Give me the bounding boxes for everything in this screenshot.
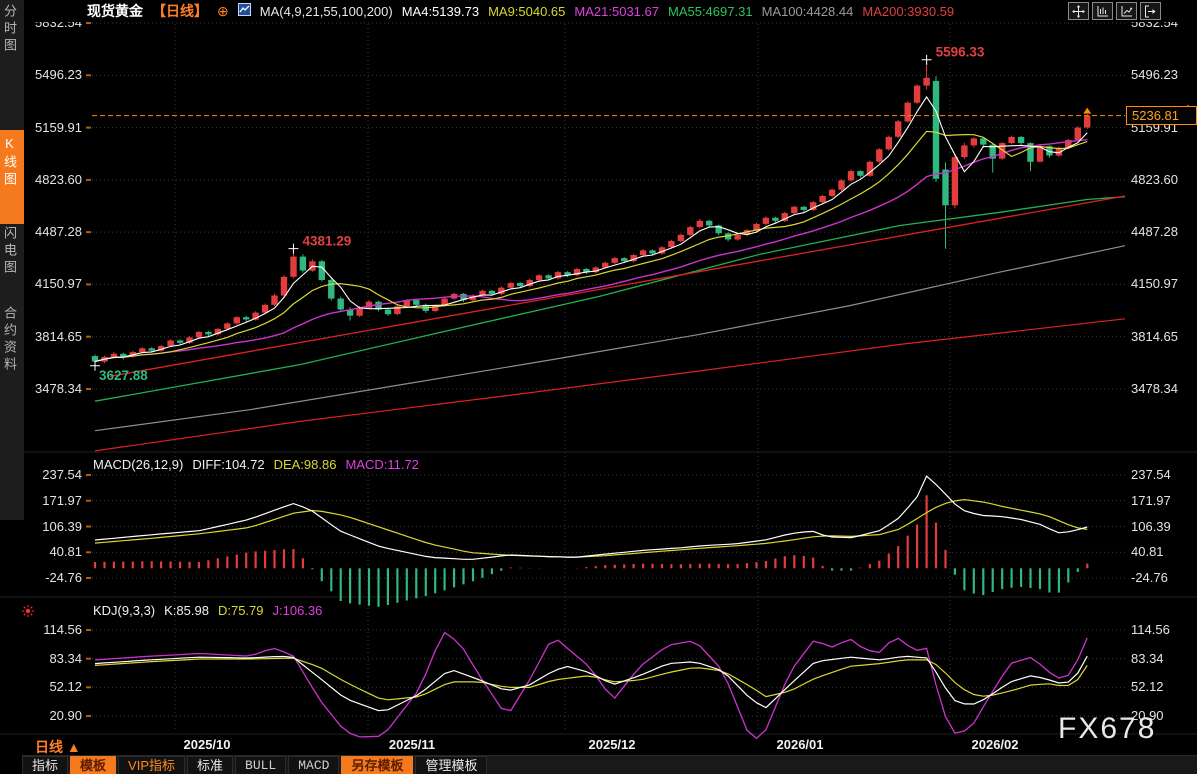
svg-text:5596.33: 5596.33 xyxy=(936,45,985,60)
kdj-tick-label: 20.90 xyxy=(49,708,82,724)
macd-lines xyxy=(95,476,1087,559)
tab-standard[interactable]: 标准 xyxy=(187,756,233,774)
price-tick-label: 5496.23 xyxy=(1131,67,1178,83)
svg-text:4381.29: 4381.29 xyxy=(302,234,351,249)
period-selector[interactable]: 日线 ▲ xyxy=(35,737,81,757)
link-icon[interactable]: ⊕ xyxy=(217,3,229,20)
kdj-tick-label: 114.56 xyxy=(43,622,82,638)
price-tick-label: 3814.65 xyxy=(35,329,82,345)
time-axis-label: 2025/10 xyxy=(184,737,231,752)
tab-manage-template[interactable]: 管理模板 xyxy=(415,756,487,774)
chart-header: 现货黄金 【日线】 ⊕ MA(4,9,21,55,100,200) MA4:51… xyxy=(24,0,1197,22)
time-axis-label: 2025/11 xyxy=(389,737,435,752)
macd-diff-value: DIFF:104.72 xyxy=(192,457,264,472)
watermark: FX678 xyxy=(1058,712,1156,746)
instrument-title: 现货黄金 xyxy=(87,1,143,21)
price-tick-label: 4487.28 xyxy=(35,224,82,240)
current-price-line xyxy=(92,105,1193,116)
tab-indicators[interactable]: 指标 xyxy=(22,756,68,774)
kdj-tick-label: 114.56 xyxy=(1131,622,1170,638)
macd-histogram xyxy=(95,495,1087,607)
popout-button[interactable] xyxy=(1140,2,1161,20)
indicator-settings-icon[interactable] xyxy=(21,604,35,623)
price-tick-label: 4823.60 xyxy=(35,172,82,188)
kdj-tick-label: 83.34 xyxy=(1131,651,1164,667)
kdj-settings-label[interactable]: KDJ(9,3,3) xyxy=(93,603,155,618)
price-annotations: 5596.33 4381.29 3627.88 xyxy=(90,45,985,383)
price-tick-label: 3478.34 xyxy=(35,381,82,397)
price-tick-label: 5496.23 xyxy=(35,67,82,83)
popout-icon xyxy=(1144,5,1157,18)
move-tool-icon xyxy=(1072,5,1085,18)
kdj-d-value: D:75.79 xyxy=(218,603,264,618)
tab-vip-indicators[interactable]: VIP指标 xyxy=(118,756,185,774)
chevron-up-icon: ▲ xyxy=(67,739,81,755)
price-tick-label: 3478.34 xyxy=(1131,381,1178,397)
chart-toolbar xyxy=(1068,2,1161,20)
macd-tick-label: 171.97 xyxy=(1131,493,1171,509)
trading-app-window: 5596.33 4381.29 3627.88 现货黄金 【日线】 ⊕ MA(4,9… xyxy=(0,0,1197,774)
price-tick-label: 4823.60 xyxy=(1131,172,1178,188)
macd-dea-value: DEA:98.86 xyxy=(274,457,337,472)
macd-tick-label: 106.39 xyxy=(1131,519,1171,535)
macd-tick-label: 40.81 xyxy=(1131,544,1164,560)
price-tick-label: 4487.28 xyxy=(1131,224,1178,240)
time-axis-label: 2026/02 xyxy=(972,737,1019,752)
macd-settings-label[interactable]: MACD(26,12,9) xyxy=(93,457,183,472)
ma-lines xyxy=(95,97,1125,451)
macd-tick-label: 171.97 xyxy=(42,493,82,509)
move-tool-button[interactable] xyxy=(1068,2,1089,20)
legend-ma55: MA55:4697.31 xyxy=(668,4,753,19)
kdj-tick-label: 52.12 xyxy=(49,679,82,695)
macd-tick-label: -24.76 xyxy=(1131,570,1168,586)
legend-ma4: MA4:5139.73 xyxy=(402,4,479,19)
macd-value: MACD:11.72 xyxy=(345,457,418,472)
tab-save-template[interactable]: 另存模板 xyxy=(341,756,413,774)
legend-ma100: MA100:4428.44 xyxy=(762,4,854,19)
sidebar-item-flash-chart[interactable]: 闪电图 xyxy=(0,226,24,316)
kdj-tick-label: 52.12 xyxy=(1131,679,1164,695)
period-tag: 【日线】 xyxy=(152,1,208,21)
kdj-k-value: K:85.98 xyxy=(164,603,209,618)
tab-bull[interactable]: BULL xyxy=(235,756,286,774)
svg-text:3627.88: 3627.88 xyxy=(99,368,148,383)
time-axis-label: 2025/12 xyxy=(589,737,636,752)
price-tick-label: 5159.91 xyxy=(35,120,82,136)
legend-ma200: MA200:3930.59 xyxy=(862,4,954,19)
legend-ma9: MA9:5040.65 xyxy=(488,4,565,19)
axis-scale-left-button[interactable] xyxy=(1092,2,1113,20)
grid-lines xyxy=(0,16,1197,734)
price-tick-label: 4150.97 xyxy=(35,276,82,292)
kdj-j-value: J:106.36 xyxy=(273,603,323,618)
kdj-tick-label: 83.34 xyxy=(49,651,82,667)
chart-type-sidebar: 分时图 K线图 闪电图 合约资料 xyxy=(0,0,24,520)
macd-panel-header: MACD(26,12,9) DIFF:104.72 DEA:98.86 MACD… xyxy=(93,457,419,472)
axis-scale-right-icon xyxy=(1120,5,1133,18)
macd-tick-label: -24.76 xyxy=(45,570,82,586)
chart-canvas[interactable]: 5596.33 4381.29 3627.88 xyxy=(0,0,1197,774)
axis-scale-left-icon xyxy=(1096,5,1109,18)
tab-macd[interactable]: MACD xyxy=(288,756,339,774)
time-axis-label: 2026/01 xyxy=(777,737,824,752)
macd-tick-label: 40.81 xyxy=(49,544,82,560)
tab-templates[interactable]: 模板 xyxy=(70,756,116,774)
price-tick-label: 3814.65 xyxy=(1131,329,1178,345)
axis-scale-right-button[interactable] xyxy=(1116,2,1137,20)
current-price-label: 5236.81 xyxy=(1126,106,1197,125)
sidebar-item-kline-chart[interactable]: K线图 xyxy=(0,130,24,224)
chart-icon xyxy=(238,3,251,19)
price-tick-label: 4150.97 xyxy=(1131,276,1178,292)
macd-tick-label: 237.54 xyxy=(42,467,82,483)
sidebar-item-contract-info[interactable]: 合约资料 xyxy=(0,306,24,416)
macd-tick-label: 237.54 xyxy=(1131,467,1171,483)
candles-layer xyxy=(92,60,1091,366)
ma-settings-label: MA(4,9,21,55,100,200) xyxy=(260,4,393,19)
kdj-panel-header: KDJ(9,3,3) K:85.98 D:75.79 J:106.36 xyxy=(93,603,322,618)
sidebar-item-time-chart[interactable]: 分时图 xyxy=(0,4,24,104)
period-selector-label: 日线 xyxy=(35,739,63,755)
kdj-lines xyxy=(95,633,1087,739)
macd-tick-label: 106.39 xyxy=(42,519,82,535)
legend-ma21: MA21:5031.67 xyxy=(574,4,659,19)
indicator-tab-bar: 指标模板VIP指标标准BULLMACD另存模板管理模板 xyxy=(22,755,1197,774)
